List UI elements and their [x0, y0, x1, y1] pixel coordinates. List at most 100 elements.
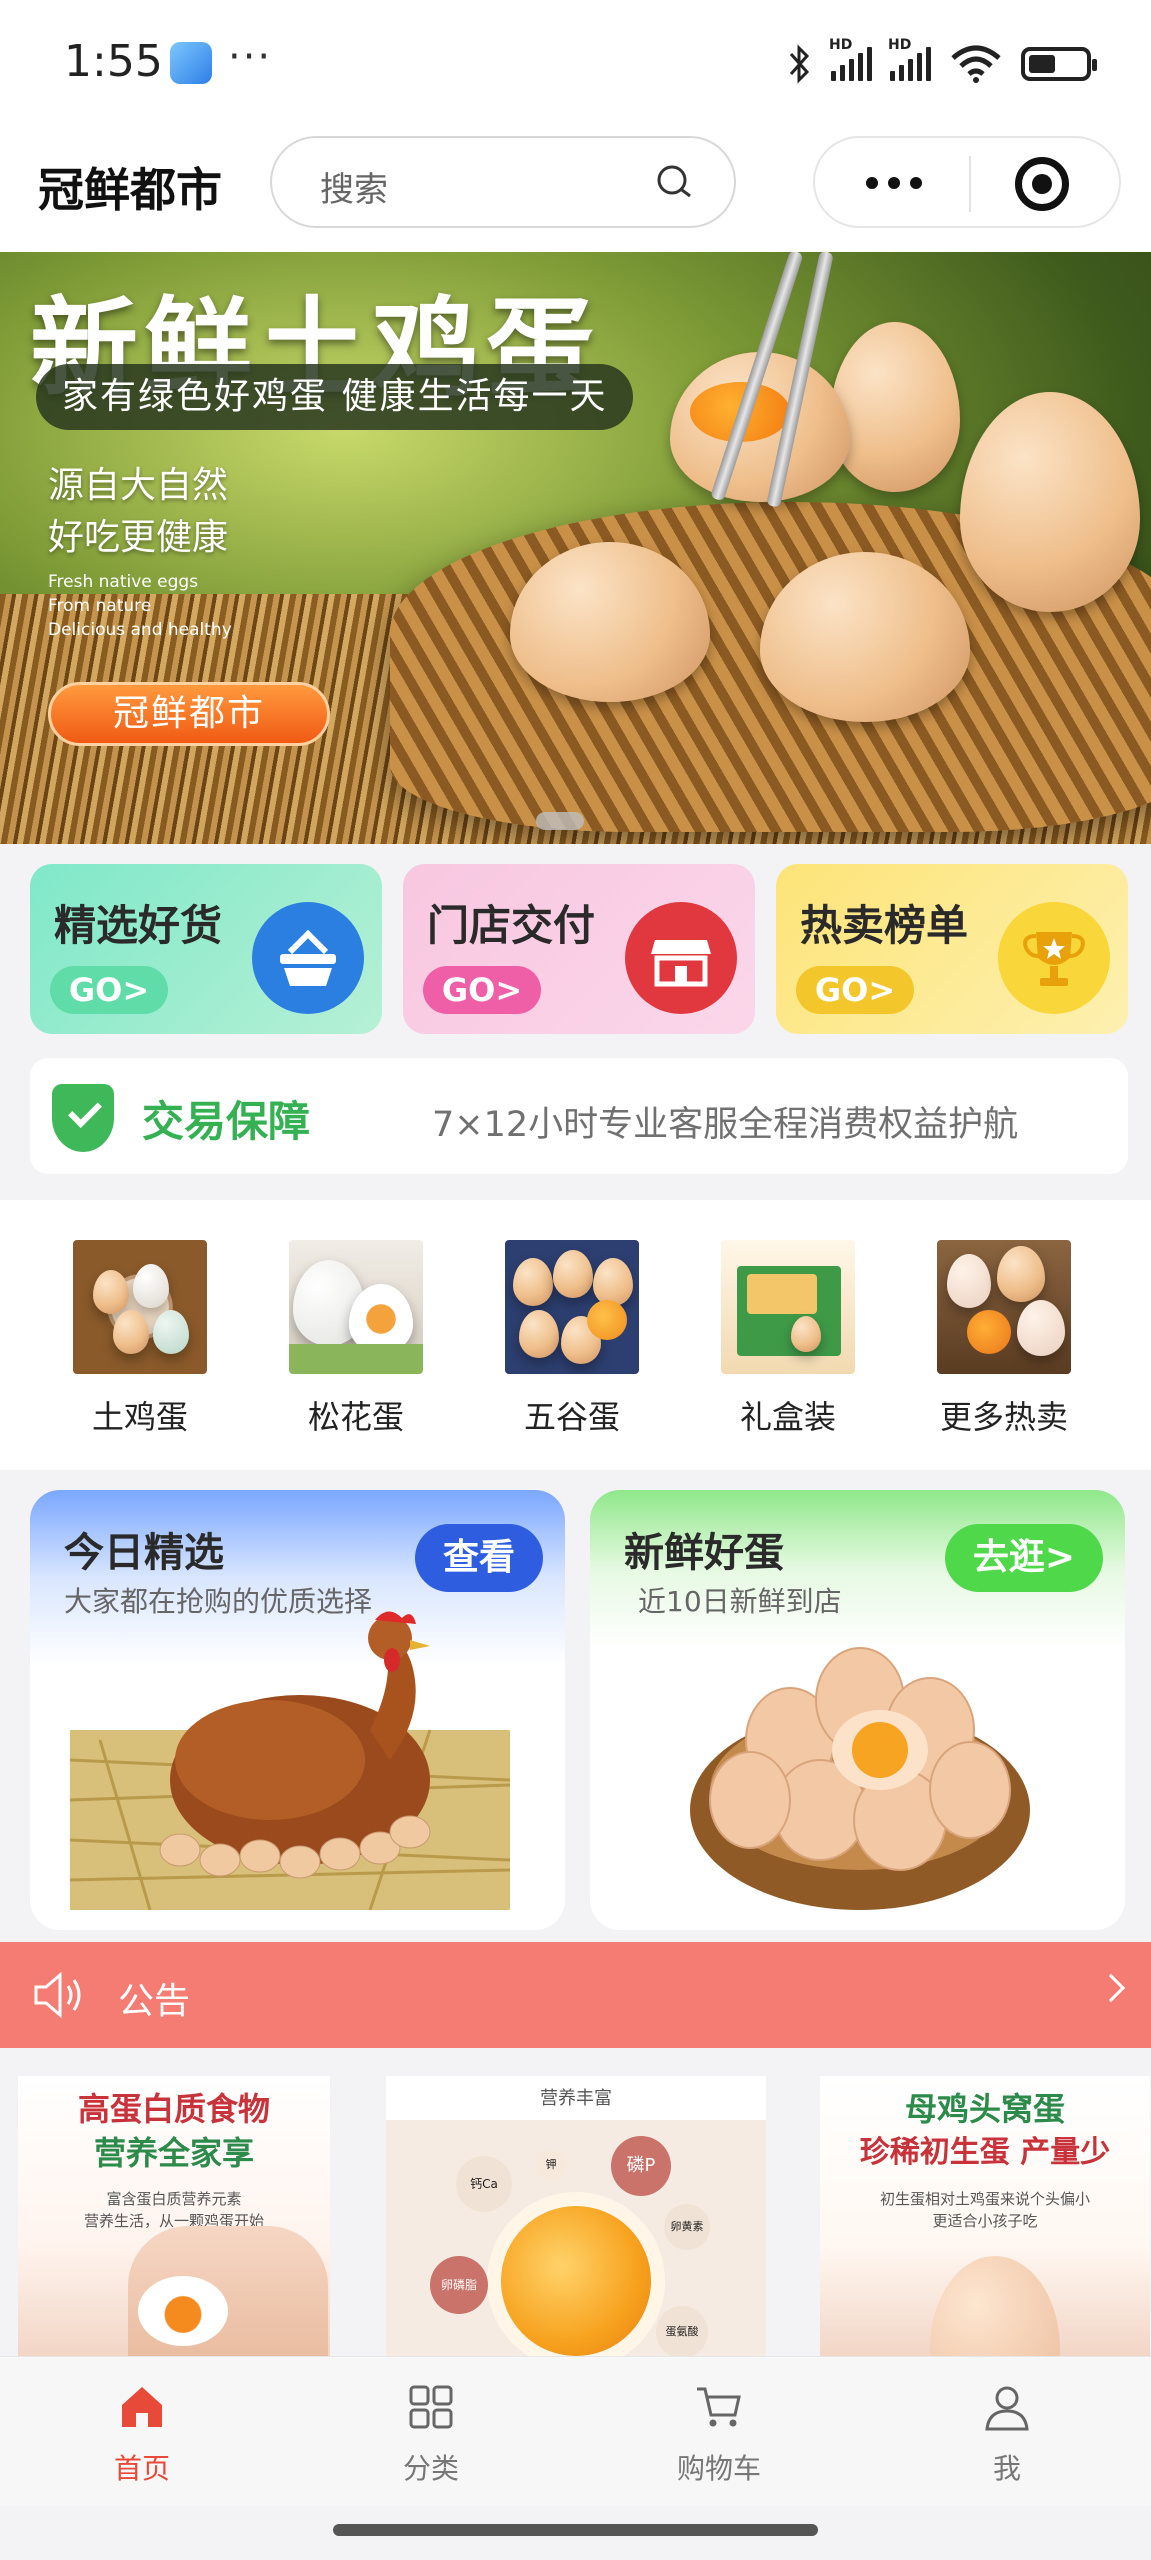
category-image — [505, 1240, 639, 1374]
guarantee-text: 7×12小时专业客服全程消费权益护航 — [432, 1105, 1019, 1145]
tab-category[interactable]: 分类 — [341, 2381, 521, 2487]
tab-cart[interactable]: 购物车 — [629, 2381, 809, 2487]
tab-label: 购物车 — [676, 2452, 761, 2485]
status-more-dots: ··· — [228, 34, 273, 80]
tab-label: 我 — [992, 2452, 1021, 2485]
mini-program-capsule — [813, 136, 1121, 228]
quick-entry-go: GO> — [423, 966, 541, 1014]
quick-entry-store[interactable]: 门店交付 GO> — [403, 864, 755, 1034]
egg-image — [830, 322, 960, 492]
category-image — [937, 1240, 1071, 1374]
quick-entry-go: GO> — [796, 966, 914, 1014]
yolk-image — [501, 2206, 651, 2356]
quick-entry-go: GO> — [50, 966, 168, 1014]
category-item[interactable]: 土鸡蛋 — [50, 1240, 230, 1438]
quick-entry-title: 门店交付 — [427, 901, 596, 950]
category-label: 松花蛋 — [307, 1398, 404, 1436]
hero-banner[interactable]: 新鲜土鸡蛋 家有绿色好鸡蛋 健康生活每一天 源自大自然 好吃更健康 Fresh … — [0, 252, 1151, 844]
promo-card-today-picks[interactable]: 今日精选 大家都在抢购的优质选择 查看 — [30, 1490, 565, 1930]
app-title: 冠鲜都市 — [38, 163, 222, 217]
promo-title: 今日精选 — [64, 1530, 224, 1576]
promo-title: 新鲜好蛋 — [624, 1530, 784, 1576]
trade-guarantee-bar[interactable]: 交易保障 7×12小时专业客服全程消费权益护航 — [30, 1058, 1128, 1174]
feature-line1: 高蛋白质食物 — [77, 2090, 270, 2128]
header: 冠鲜都市 搜索 — [0, 130, 1151, 252]
chevron-right-icon — [1096, 1973, 1126, 2003]
feature-small2: 更适合小孩子吃 — [932, 2212, 1038, 2230]
status-indicators: HD HD — [785, 37, 1097, 88]
egg-image — [960, 392, 1140, 612]
home-indicator[interactable] — [333, 2524, 818, 2536]
promo-subtitle: 近10日新鲜到店 — [638, 1585, 842, 1618]
banner-eng-line1: Fresh native eggs — [48, 572, 199, 592]
category-image — [73, 1240, 207, 1374]
trophy-icon — [998, 902, 1110, 1014]
banner-eng-line2: From nature — [48, 596, 152, 616]
banner-eng-line3: Delicious and healthy — [48, 620, 232, 640]
bottom-tab-bar: 首页 分类 购物车 我 — [0, 2356, 1151, 2506]
category-image — [721, 1240, 855, 1374]
category-icon — [409, 2385, 453, 2429]
category-item[interactable]: 松花蛋 — [266, 1240, 446, 1438]
nutrient-badge: 卵磷脂 — [430, 2256, 488, 2314]
browse-button[interactable]: 去逛> — [944, 1524, 1103, 1592]
banner-brand-button[interactable]: 冠鲜都市 — [48, 682, 330, 746]
banner-slogan: 源自大自然 好吃更健康 — [48, 460, 228, 564]
speaker-icon — [34, 1971, 81, 2019]
quick-entry-title: 精选好货 — [54, 901, 223, 950]
category-label: 土鸡蛋 — [91, 1398, 188, 1436]
quick-entry-hot-list[interactable]: 热卖榜单 GO> — [776, 864, 1128, 1034]
nutrient-badge: 磷P — [611, 2136, 671, 2196]
category-item[interactable]: 五谷蛋 — [482, 1240, 662, 1438]
feature-line2: 珍稀初生蛋 产量少 — [859, 2135, 1111, 2170]
category-label: 礼盒装 — [739, 1398, 836, 1436]
banner-slogan-line1: 源自大自然 — [48, 465, 229, 506]
feature-card-protein[interactable]: 高蛋白质食物 营养全家享 富含蛋白质营养元素 营养生活，从一颗鸡蛋开始 — [18, 2076, 330, 2356]
quick-entry-featured[interactable]: 精选好货 GO> — [30, 864, 382, 1034]
guarantee-title: 交易保障 — [142, 1097, 311, 1146]
carousel-indicator — [536, 812, 584, 830]
view-button[interactable]: 查看 — [414, 1524, 543, 1592]
category-label: 五谷蛋 — [523, 1398, 620, 1436]
feature-line1: 母鸡头窝蛋 — [904, 2090, 1065, 2128]
feature-card-first-egg[interactable]: 母鸡头窝蛋 珍稀初生蛋 产量少 初生蛋相对土鸡蛋来说个头偏小 更适合小孩子吃 — [820, 2076, 1150, 2356]
feature-line2: 营养全家享 — [93, 2134, 254, 2172]
feature-card-nutrition[interactable]: 营养丰富 钙Ca 磷P 钾 卵磷脂 卵黄素 蛋氨酸 — [386, 2076, 766, 2356]
home-icon — [122, 2387, 162, 2427]
egg-basket-image — [690, 1647, 1030, 1910]
category-item[interactable]: 更多热卖 — [914, 1240, 1094, 1438]
more-options-icon[interactable] — [859, 168, 929, 198]
egg-image — [930, 2256, 1060, 2356]
profile-icon — [985, 2386, 1029, 2431]
battery-icon — [1021, 47, 1097, 81]
nutrient-badge: 钙Ca — [456, 2156, 512, 2212]
basket-icon — [252, 902, 364, 1014]
category-label: 更多热卖 — [939, 1398, 1068, 1436]
search-input[interactable]: 搜索 — [270, 136, 736, 228]
tab-profile[interactable]: 我 — [917, 2381, 1097, 2487]
category-grid: 土鸡蛋 松花蛋 五谷蛋 礼盒装 更多热卖 — [0, 1200, 1151, 1470]
nutrition-header: 营养丰富 — [540, 2088, 612, 2109]
feature-small1: 初生蛋相对土鸡蛋来说个头偏小 — [879, 2190, 1090, 2208]
banner-english-text: Fresh native eggs From nature Delicious … — [48, 570, 232, 642]
category-item[interactable]: 礼盒装 — [698, 1240, 878, 1438]
quick-entry-title: 热卖榜单 — [800, 901, 969, 950]
hen-nest-image — [70, 1611, 510, 1910]
announcement-bar[interactable]: 公告 — [0, 1942, 1151, 2048]
tab-home[interactable]: 首页 — [52, 2381, 232, 2487]
shield-check-icon — [52, 1084, 114, 1152]
tab-label: 首页 — [113, 2452, 170, 2485]
wifi-icon — [951, 45, 1001, 83]
status-time: 1:55 — [64, 36, 163, 87]
nutrient-badge: 蛋氨酸 — [656, 2306, 708, 2356]
close-target-icon[interactable] — [1015, 157, 1069, 211]
search-placeholder: 搜索 — [320, 170, 388, 210]
promo-card-fresh-eggs[interactable]: 新鲜好蛋 近10日新鲜到店 去逛> — [590, 1490, 1125, 1930]
cart-icon — [697, 2387, 741, 2427]
bluetooth-icon — [789, 44, 810, 84]
app-notification-icon — [170, 42, 212, 84]
announcement-label: 公告 — [118, 1981, 191, 2022]
signal-1-icon: HD — [829, 37, 872, 81]
egg-image — [138, 2276, 228, 2346]
banner-slogan-line2: 好吃更健康 — [48, 517, 229, 558]
